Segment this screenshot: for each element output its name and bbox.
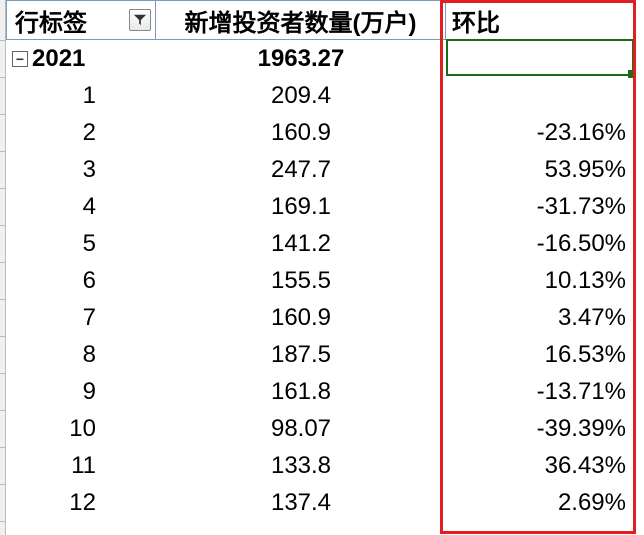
- mom-cell: 3.47%: [558, 304, 626, 332]
- table-row[interactable]: 3 247.7 53.95%: [6, 151, 644, 188]
- table-row[interactable]: 8 187.5 16.53%: [6, 336, 644, 373]
- month-label: 12: [69, 489, 96, 517]
- mom-cell: -13.71%: [537, 378, 626, 406]
- table-row[interactable]: 9 161.8 -13.71%: [6, 373, 644, 410]
- mom-cell: 2.69%: [558, 489, 626, 517]
- month-label: 5: [83, 230, 96, 258]
- month-label: 3: [83, 156, 96, 184]
- mom-cell: -16.50%: [537, 230, 626, 258]
- filter-icon: [133, 13, 147, 27]
- header-row-label-text: 行标签: [15, 3, 87, 38]
- value-cell: 155.5: [271, 267, 331, 295]
- value-cell: 247.7: [271, 156, 331, 184]
- summary-row[interactable]: − 2021 1963.27: [6, 40, 644, 77]
- value-cell: 169.1: [271, 193, 331, 221]
- value-cell: 209.4: [271, 82, 331, 110]
- header-mom-text: 环比: [452, 3, 500, 38]
- filter-button[interactable]: [129, 9, 151, 31]
- month-label: 2: [83, 119, 96, 147]
- mom-cell: 53.95%: [545, 156, 626, 184]
- table-row[interactable]: 10 98.07 -39.39%: [6, 410, 644, 447]
- pivot-table[interactable]: 行标签 新增投资者数量(万户) 环比 − 2021 1963.27 1 209.4…: [6, 0, 644, 521]
- mom-cell: 16.53%: [545, 341, 626, 369]
- mom-cell: -31.73%: [537, 193, 626, 221]
- month-label: 6: [83, 267, 96, 295]
- row-gutter: [0, 0, 6, 535]
- month-label: 1: [83, 82, 96, 110]
- month-label: 8: [83, 341, 96, 369]
- header-row: 行标签 新增投资者数量(万户) 环比: [6, 0, 644, 40]
- mom-cell: 10.13%: [545, 267, 626, 295]
- value-cell: 98.07: [271, 415, 331, 443]
- table-row[interactable]: 1 209.4: [6, 77, 644, 114]
- month-label: 9: [83, 378, 96, 406]
- collapse-button[interactable]: −: [12, 51, 28, 67]
- header-row-label[interactable]: 行标签: [6, 0, 156, 40]
- table-row[interactable]: 7 160.9 3.47%: [6, 299, 644, 336]
- table-row[interactable]: 5 141.2 -16.50%: [6, 225, 644, 262]
- value-cell: 187.5: [271, 341, 331, 369]
- header-mom[interactable]: 环比: [446, 0, 636, 40]
- month-label: 7: [83, 304, 96, 332]
- table-row[interactable]: 6 155.5 10.13%: [6, 262, 644, 299]
- value-cell: 141.2: [271, 230, 331, 258]
- value-cell: 160.9: [271, 119, 331, 147]
- mom-cell: -23.16%: [537, 119, 626, 147]
- value-cell: 161.8: [271, 378, 331, 406]
- month-label: 11: [71, 452, 96, 480]
- table-row[interactable]: 4 169.1 -31.73%: [6, 188, 644, 225]
- table-row[interactable]: 11 133.8 36.43%: [6, 447, 644, 484]
- month-label: 4: [83, 193, 96, 221]
- value-cell: 133.8: [271, 452, 331, 480]
- value-cell: 137.4: [271, 489, 331, 517]
- value-cell: 160.9: [271, 304, 331, 332]
- table-row[interactable]: 12 137.4 2.69%: [6, 484, 644, 521]
- header-new-investors-text: 新增投资者数量(万户): [185, 3, 417, 38]
- mom-cell: 36.43%: [545, 452, 626, 480]
- header-new-investors[interactable]: 新增投资者数量(万户): [156, 0, 446, 40]
- table-row[interactable]: 2 160.9 -23.16%: [6, 114, 644, 151]
- month-label: 10: [69, 415, 96, 443]
- mom-cell: -39.39%: [537, 415, 626, 443]
- summary-total: 1963.27: [258, 45, 345, 73]
- summary-year: 2021: [32, 45, 85, 73]
